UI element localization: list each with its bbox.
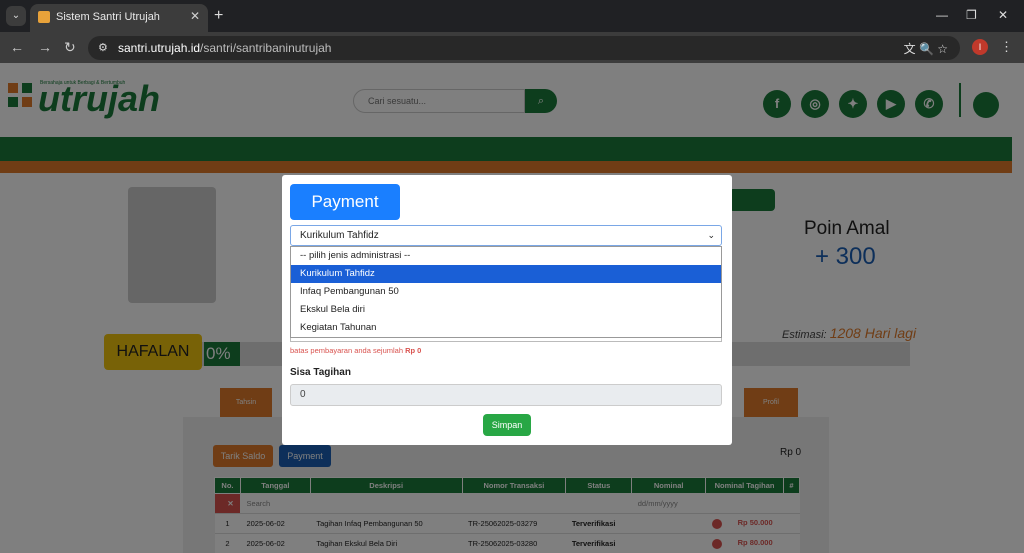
address-bar[interactable]: ⚙ santri.utrujah.id/santri/santribaninut… — [88, 36, 960, 60]
menu-icon[interactable]: ⋮ — [1000, 39, 1013, 55]
option-infaq-pembangunan[interactable]: Infaq Pembangunan 50 — [291, 283, 721, 301]
simpan-button[interactable]: Simpan — [483, 414, 531, 436]
tab-search-icon[interactable]: ⌄ — [6, 6, 26, 26]
restore-icon[interactable]: ❐ — [966, 8, 977, 22]
minimize-icon[interactable]: — — [936, 8, 948, 22]
browser-tab[interactable]: Sistem Santri Utrujah ✕ — [30, 4, 208, 32]
translate-zoom-bookmark-icons[interactable]: 文 🔍 ☆ — [904, 40, 948, 57]
window-close-icon[interactable]: ✕ — [998, 8, 1008, 22]
profile-avatar[interactable]: I — [972, 39, 988, 55]
chevron-down-icon: ⌄ — [707, 230, 715, 240]
close-icon[interactable]: ✕ — [190, 9, 200, 23]
browser-tabbar: ⌄ Sistem Santri Utrujah ✕ + — ❐ ✕ — [0, 0, 1024, 32]
sisa-tagihan-field: 0 — [290, 384, 722, 406]
sisa-tagihan-label: Sisa Tagihan — [290, 367, 351, 378]
payment-modal: Payment Kurikulum Tahfidz ⌄ -- pilih jen… — [282, 175, 732, 445]
administrasi-dropdown: -- pilih jenis administrasi -- Kurikulum… — [290, 246, 722, 338]
modal-title: Payment — [290, 184, 400, 220]
reload-icon[interactable]: ↻ — [64, 39, 76, 56]
option-kegiatan-tahunan[interactable]: Kegiatan Tahunan — [291, 319, 721, 337]
option-placeholder[interactable]: -- pilih jenis administrasi -- — [291, 247, 721, 265]
site-info-icon[interactable]: ⚙ — [98, 41, 108, 54]
browser-toolbar: ← → ↻ ⚙ santri.utrujah.id/santri/santrib… — [0, 32, 1024, 63]
option-ekskul-bela-diri[interactable]: Ekskul Bela diri — [291, 301, 721, 319]
favicon-icon — [38, 11, 50, 23]
new-tab-icon[interactable]: + — [214, 7, 223, 25]
back-icon[interactable]: ← — [10, 39, 24, 55]
payment-limit-warning: batas pembayaran anda sejumlah Rp 0 — [290, 346, 422, 355]
tab-title: Sistem Santri Utrujah — [56, 11, 160, 23]
option-kurikulum-tahfidz[interactable]: Kurikulum Tahfidz — [291, 265, 721, 283]
administrasi-select[interactable]: Kurikulum Tahfidz ⌄ — [290, 225, 722, 246]
url-text: santri.utrujah.id/santri/santribaninutru… — [118, 41, 332, 55]
forward-icon[interactable]: → — [38, 39, 52, 55]
